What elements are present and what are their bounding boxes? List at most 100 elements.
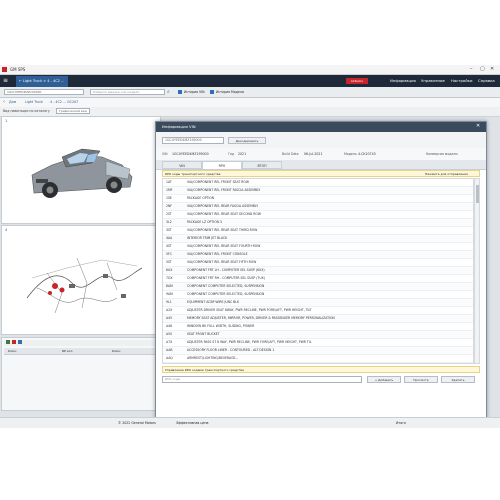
print-icon[interactable] (18, 340, 22, 344)
rpo-description: ARMREST/LIGHTING/BEVERAGE... (187, 356, 239, 360)
list-item[interactable]: A48 WINDOW BK FULL WIDTH, SLIDING, POWER (163, 323, 473, 331)
model-label: Модель (344, 152, 357, 156)
rpo-description: VIA/COMPONENT REL REAR SEAT FOURTH ROW (187, 244, 261, 248)
rpo-description: COMPONENT COMPUTER SELECTED, SUSPENSION (187, 292, 265, 296)
search-icon[interactable]: ⌕ (167, 89, 170, 95)
status-bar: © 2022 General Motors Эффективная цена И… (0, 417, 500, 428)
bottom-grid-pane: Ключ RP кол Ключ (1, 337, 161, 411)
rpo-list-scrollbar[interactable] (474, 178, 480, 364)
rpo-code: A50 (166, 332, 173, 336)
rpo-description: COMPONENT FRT RH - COMPUTER SEL SUSP (7U… (187, 276, 265, 280)
pdf-icon[interactable] (12, 340, 16, 344)
rpo-description: VIA/COMPONENT REL FRONT CONSOLE (187, 252, 248, 256)
nav-settings[interactable]: Настройки (451, 75, 472, 87)
grid-col-key2[interactable]: Ключ (112, 349, 120, 353)
menu-icon[interactable]: ≡ (3, 77, 8, 84)
maximize-icon[interactable]: ▢ (480, 66, 485, 72)
list-item[interactable]: 3ST VIA/COMPONENT REL REAR SEAT THIRD ROW (163, 227, 473, 235)
add-button[interactable]: + Добавить (367, 376, 401, 383)
tab-light-truck[interactable]: ← Light Truck > 4 - 4C2 ... (16, 76, 68, 87)
history-mode-checkbox[interactable] (210, 90, 214, 94)
rpo-code-input[interactable]: RPO коды (162, 376, 362, 383)
list-item[interactable]: 2ST VIA/COMPONENT REL REAR SEAT SECOND RO… (163, 211, 473, 219)
rpo-description: PACKAGE LZ OPTION 3 (187, 220, 222, 224)
minimize-icon[interactable]: – (470, 66, 473, 72)
list-item[interactable]: 5ST VIA/COMPONENT REL REAR SEAT FIFTH ROW (163, 259, 473, 267)
view-button[interactable]: Просмотр (404, 376, 438, 383)
list-item[interactable]: 6UX COMPONENT FRT LH - COMPUTER SEL SUSP … (163, 267, 473, 275)
list-item[interactable]: A45 MEMORY SEAT ADJUSTER, MIRROR, POWER, … (163, 315, 473, 323)
wiring-illustration[interactable] (17, 238, 147, 328)
truck-illustration[interactable] (22, 135, 142, 205)
vin-info-dialog: Информация VIN ✕ 1GCUYEED4MZ195000 Декод… (155, 121, 487, 422)
list-item[interactable]: 8AM COMPONENT COMPUTER SELECTED, SUSPENSI… (163, 283, 473, 291)
list-item[interactable]: 1AT VIA/COMPONENT REL FRONT SEAT ROW (163, 179, 473, 187)
delete-button[interactable]: Удалить (441, 376, 475, 383)
rpo-description: VIA/COMPONENT REL REAR SEAT THIRD ROW (187, 228, 258, 232)
view-select[interactable]: Графический вид (56, 108, 90, 114)
list-item[interactable]: 3L2 PACKAGE LZ OPTION 3 (163, 219, 473, 227)
list-item[interactable]: 4ST VIA/COMPONENT REL REAR SEAT FOURTH RO… (163, 243, 473, 251)
history-mode-label: История Модели (216, 90, 244, 94)
back-icon[interactable]: ‹ (3, 99, 5, 105)
rpo-code: AAQ (166, 356, 173, 360)
list-item[interactable]: 2NF VIA/COMPONENT REL REAR FASCIA ASSEMBL… (163, 203, 473, 211)
tab-vin[interactable]: VIN (162, 161, 202, 169)
list-item[interactable]: A7X ADJUSTER PASS ST 8 WAY, PWR RECLINE, … (163, 339, 473, 347)
list-item[interactable]: AAB ACCESSORY FLOOR LINER - CONTOURED - A… (163, 347, 473, 355)
illustration-pane-2: 4 (1, 225, 161, 335)
toolbar: 1GCUYEED4MZ195000 Найдите данные или мод… (0, 87, 500, 98)
rpo-header-bar: RPO коды транспортного средства Нажмите … (162, 170, 480, 177)
rpo-code: 2NF (166, 204, 173, 208)
rpo-code: 4ST (166, 244, 172, 248)
list-item[interactable]: A50 SEAT FRONT BUCKET (163, 331, 473, 339)
close-icon[interactable]: ✕ (490, 66, 494, 72)
history-vin-label: История VIN (184, 90, 205, 94)
history-vin-checkbox[interactable] (178, 90, 182, 94)
rpo-description: PACKAGE OPTION (187, 196, 215, 200)
rpo-code: 1MF (166, 188, 173, 192)
list-item[interactable]: 5FC VIA/COMPONENT REL FRONT CONSOLE (163, 251, 473, 259)
view-label: Вид навигации по каталогу (3, 109, 50, 113)
scrollbar-thumb[interactable] (476, 185, 479, 203)
rpo-description: VIA/COMPONENT REL REAR FASCIA ASSEMBLY (187, 204, 259, 208)
rpo-header-action[interactable]: Нажмите для отправления (425, 172, 468, 176)
grid-col-key[interactable]: Ключ (8, 349, 16, 353)
dialog-vin-input[interactable]: 1GCUYEED4MZ195000 (162, 137, 224, 144)
list-item[interactable]: 1MF VIA/COMPONENT REL FRONT FASCIA ASSEMB… (163, 187, 473, 195)
grid-col-rp[interactable]: RP кол (62, 349, 72, 353)
dialog-close-icon[interactable]: ✕ (476, 123, 480, 129)
rpo-code: 9L1 (166, 300, 172, 304)
list-item[interactable]: AAQ ARMREST/LIGHTING/BEVERAGE... (163, 355, 473, 363)
rpo-manage-text: Управление RPO кодами транспортного сред… (165, 368, 244, 372)
rpo-code: 6UX (166, 268, 173, 272)
rpo-description: ACCESSORY FLOOR LINER - CONTOURED - ALT … (187, 348, 275, 352)
vin-label: VIN (162, 152, 168, 156)
breadcrumb-home[interactable]: Дом (9, 100, 16, 104)
rpo-code: 9AM (166, 292, 173, 296)
list-item[interactable]: 9L1 EQUIPMENT ACBP WIRE JUNC BLK (163, 299, 473, 307)
status-right-text: Итого (396, 421, 406, 425)
grid-header: Ключ RP кол Ключ (4, 348, 158, 355)
nav-help[interactable]: Справка (478, 75, 495, 87)
rpo-list[interactable]: 1AT VIA/COMPONENT REL FRONT SEAT ROW 1MF VI… (162, 178, 474, 364)
list-item[interactable]: A2X ADJUSTER DRIVER SEAT 8WAY, PWR RECLIN… (163, 307, 473, 315)
list-item[interactable]: 1SE PACKAGE OPTION (163, 195, 473, 203)
year-label: Год (228, 152, 235, 156)
list-item[interactable]: 4AA INTERIOR TRIM JET BLACK (163, 235, 473, 243)
list-item[interactable]: 7GX COMPONENT FRT RH - COMPUTER SEL SUSP … (163, 275, 473, 283)
rpo-manage-bar: Управление RPO кодами транспортного сред… (162, 366, 480, 373)
rpo-description: ADJUSTER DRIVER SEAT 8WAY, PWR RECLINE, … (187, 308, 312, 312)
search-input[interactable]: Найдите данные или модели (90, 89, 165, 95)
nav-manage[interactable]: Управление (421, 75, 445, 87)
excel-icon[interactable] (6, 340, 10, 344)
list-item[interactable]: 9AM COMPONENT COMPUTER SELECTED, SUSPENSI… (163, 291, 473, 299)
tab-vtop[interactable]: ВТОП (242, 161, 282, 169)
grid-toolbar (4, 340, 158, 346)
vin-field[interactable]: 1GCUYEED4MZ195000 (4, 89, 84, 95)
nav-info[interactable]: Информация (390, 75, 416, 87)
breadcrumb-light-truck[interactable]: Light Truck (25, 100, 43, 104)
tab-rpo[interactable]: RPO (202, 161, 242, 169)
decode-button[interactable]: Декодировать (228, 137, 266, 144)
breadcrumb-model[interactable]: 4 - 4C2 ... GC207 (50, 100, 78, 104)
